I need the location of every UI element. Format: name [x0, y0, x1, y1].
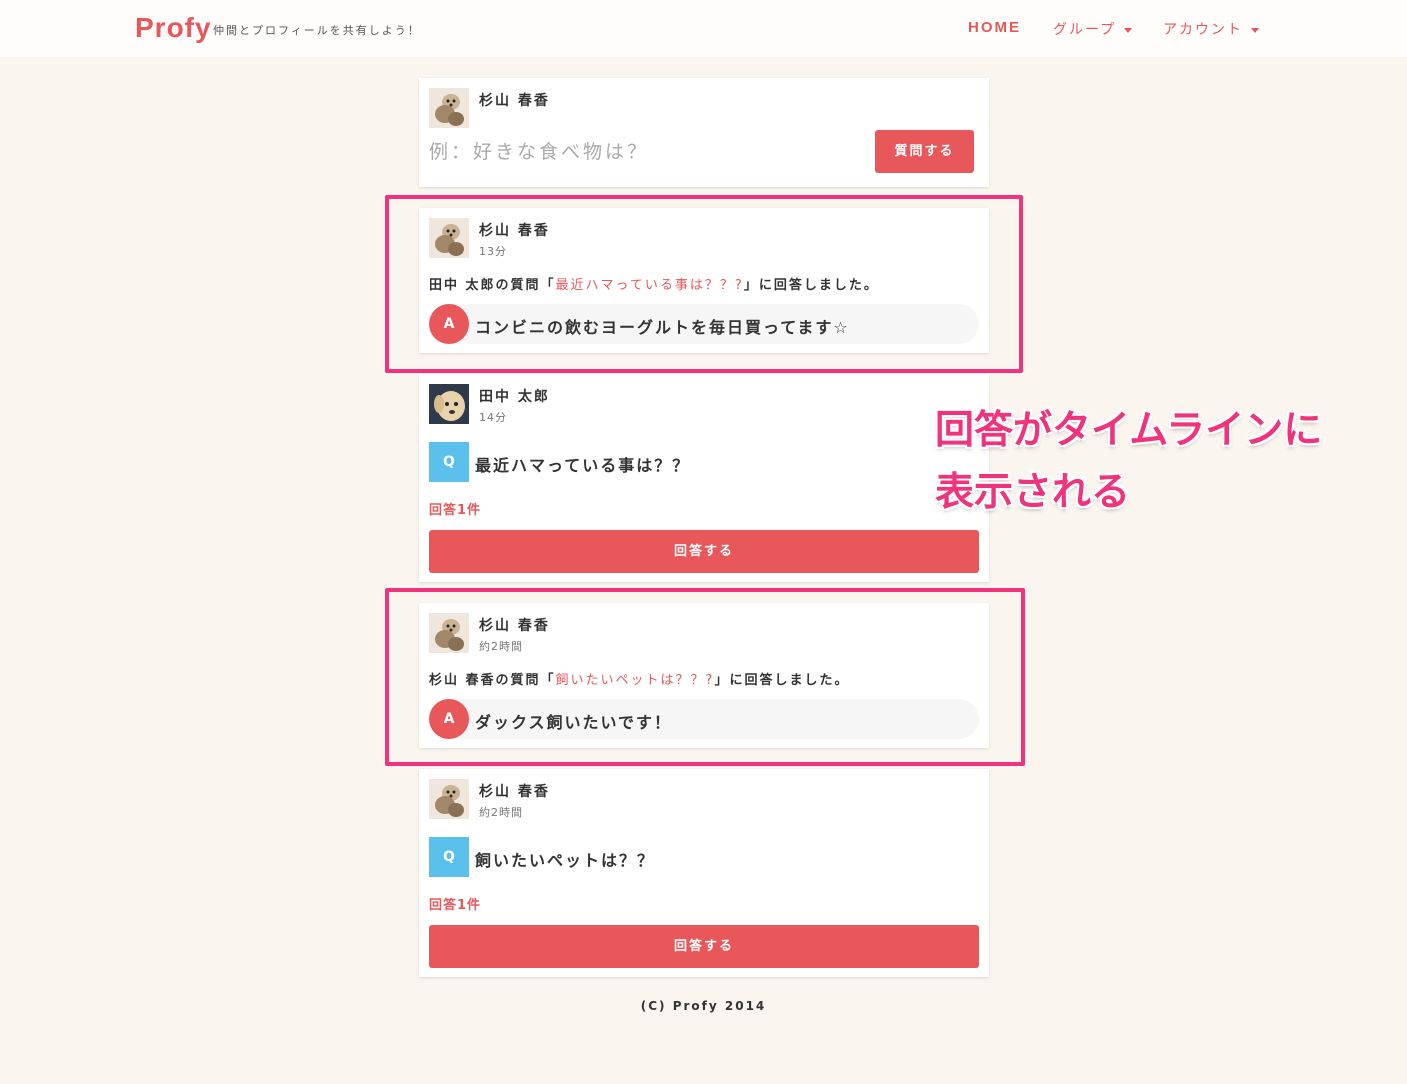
answer-button[interactable]: 回答する: [429, 925, 979, 968]
timeline-question-post: 田中 太郎 14分 Q 最近ハマっている事は？？ 回答1件 回答する: [419, 374, 989, 582]
nav-account-label: アカウント: [1163, 22, 1243, 38]
avatar-dog-icon[interactable]: [429, 779, 469, 819]
post-user-name[interactable]: 田中 太郎: [479, 386, 550, 406]
question-composer: 杉山 春香 質問する: [419, 78, 989, 187]
post-timestamp: 約2時間: [479, 806, 523, 819]
ask-question-button[interactable]: 質問する: [875, 130, 974, 173]
annotation-callout: 回答がタイムラインに 表示される: [935, 400, 1355, 524]
annotation-line-2: 表示される: [935, 470, 1131, 515]
post-user-name[interactable]: 杉山 春香: [479, 781, 550, 801]
highlight-frame: [385, 588, 1025, 766]
question-row: Q 飼いたいペットは？？: [429, 837, 979, 877]
question-text[interactable]: 最近ハマっている事は？？: [475, 452, 690, 476]
question-input[interactable]: [429, 130, 864, 174]
nav-home-link[interactable]: HOME: [968, 19, 1021, 36]
composer-user-name: 杉山 春香: [479, 93, 550, 109]
post-timestamp: 14分: [479, 411, 507, 424]
question-row: Q 最近ハマっている事は？？: [429, 442, 979, 482]
timeline-question-post: 杉山 春香 約2時間 Q 飼いたいペットは？？ 回答1件 回答する: [419, 769, 989, 977]
answer-count-link[interactable]: 回答1件: [429, 499, 481, 518]
avatar-dog-icon[interactable]: [429, 88, 469, 128]
nav-group-label: グループ: [1053, 22, 1117, 38]
nav-group-dropdown[interactable]: グループ: [1053, 19, 1133, 39]
question-text[interactable]: 飼いたいペットは？？: [475, 847, 655, 871]
question-badge: Q: [429, 442, 469, 482]
highlight-frame: [385, 195, 1023, 373]
caret-down-icon: [1124, 27, 1133, 33]
answer-button[interactable]: 回答する: [429, 530, 979, 573]
answer-count-link[interactable]: 回答1件: [429, 894, 481, 913]
annotation-line-1: 回答がタイムラインに: [935, 408, 1323, 453]
profy-logo[interactable]: Profy: [135, 10, 212, 46]
footer-copyright: (C) Profy 2014: [640, 999, 767, 1013]
question-badge: Q: [429, 837, 469, 877]
top-navbar: Profy 仲間とプロフィールを共有しよう！ HOME グループ アカウント: [0, 0, 1407, 57]
caret-down-icon: [1251, 27, 1259, 33]
tagline: 仲間とプロフィールを共有しよう！: [213, 24, 421, 37]
avatar-puppy-icon[interactable]: [429, 384, 469, 424]
nav-account-dropdown[interactable]: アカウント: [1163, 19, 1259, 39]
